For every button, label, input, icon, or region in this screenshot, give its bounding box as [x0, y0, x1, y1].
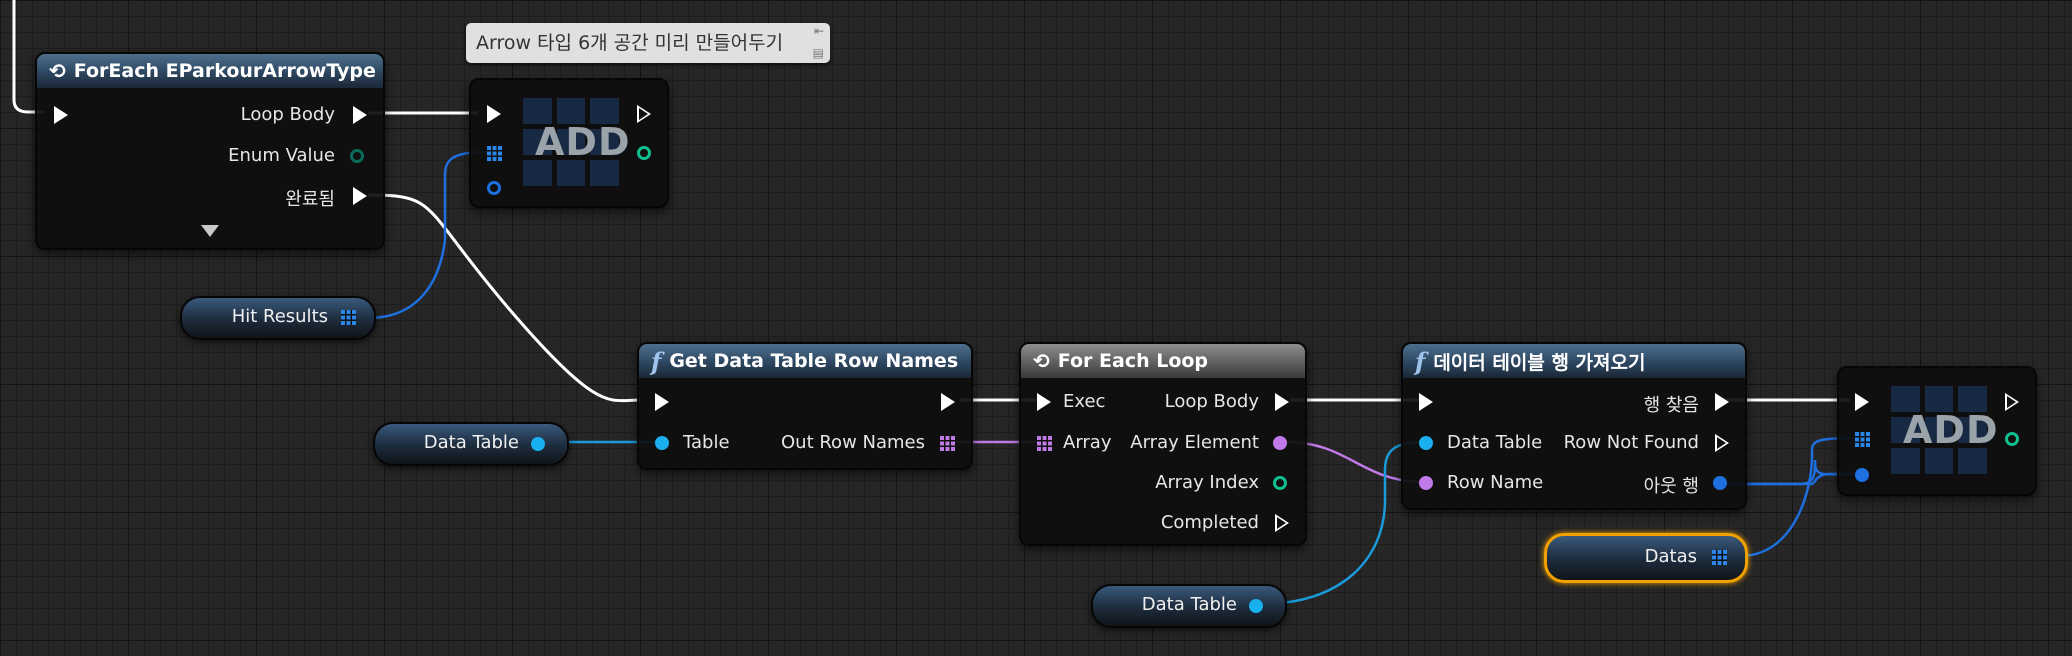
for-each-loopbody-label: Loop Body: [1164, 391, 1259, 412]
for-each-exec-in[interactable]: [1037, 393, 1051, 411]
function-icon: f: [1415, 346, 1426, 376]
add-node-1-label: ADD: [535, 120, 631, 164]
add-node-1-item-pin[interactable]: [487, 181, 501, 195]
datas-label: Datas: [1644, 546, 1697, 567]
add-node-1-index-pin[interactable]: [637, 146, 651, 160]
get-row-datatable-label: Data Table: [1447, 432, 1543, 453]
add-node-2-array-pin[interactable]: [1855, 432, 1870, 447]
data-table-2-pin[interactable]: [1249, 599, 1263, 613]
for-each-loop-node[interactable]: ⟲ For Each Loop Exec Array Loop Body Arr…: [1019, 342, 1307, 546]
get-row-names-exec-in[interactable]: [655, 393, 669, 411]
hit-results-label: Hit Results: [231, 306, 328, 327]
comment-bubble[interactable]: Arrow 타입 6개 공간 미리 만들어두기 ⇤ ▤: [466, 23, 830, 63]
get-row-rowname-pin[interactable]: [1419, 476, 1433, 490]
datas-variable[interactable]: Datas: [1544, 533, 1748, 583]
add-node-1-array-pin[interactable]: [487, 146, 502, 161]
comment-bubble-icon[interactable]: ▤: [813, 33, 824, 73]
foreach-enum-completed-label: 완료됨: [285, 189, 335, 210]
hit-results-variable[interactable]: Hit Results: [180, 296, 376, 340]
for-each-arrayelement-pin[interactable]: [1273, 436, 1287, 450]
get-row-names-exec-out[interactable]: [941, 393, 955, 411]
get-data-table-row-title: 데이터 테이블 행 가져오기: [1433, 351, 1646, 374]
data-table-variable-1[interactable]: Data Table: [373, 422, 569, 466]
data-table-2-label: Data Table: [1141, 594, 1237, 615]
get-row-rownotfound-label: Row Not Found: [1563, 432, 1699, 453]
loop-icon: ⟲: [49, 59, 66, 83]
get-row-names-out-label: Out Row Names: [781, 432, 925, 453]
for-each-loopbody-pin[interactable]: [1275, 393, 1289, 411]
get-row-outrow-label: 아웃 행: [1643, 476, 1699, 497]
get-row-names-out-pin[interactable]: [940, 436, 955, 451]
data-table-1-label: Data Table: [423, 432, 519, 453]
data-table-variable-2[interactable]: Data Table: [1091, 584, 1287, 628]
expand-chevron-icon[interactable]: [201, 225, 219, 237]
add-node-1-exec-in[interactable]: [487, 105, 501, 123]
add-node-2-exec-in[interactable]: [1855, 393, 1869, 411]
add-node-2-item-pin[interactable]: [1855, 468, 1869, 482]
add-node-2-label: ADD: [1903, 408, 1999, 452]
for-each-loop-title: For Each Loop: [1057, 350, 1209, 372]
get-row-names-node[interactable]: f Get Data Table Row Names Table Out Row…: [637, 342, 973, 470]
for-each-arrayindex-label: Array Index: [1155, 472, 1259, 493]
foreach-enum-enumvalue-label: Enum Value: [228, 145, 335, 166]
wire-exec-completed-getrownames: [367, 193, 641, 403]
for-each-loop-header[interactable]: ⟲ For Each Loop: [1021, 344, 1305, 378]
for-each-array-label: Array: [1063, 432, 1112, 453]
foreach-enum-loopbody-label: Loop Body: [240, 104, 335, 125]
for-each-arrayelement-label: Array Element: [1130, 432, 1259, 453]
get-row-names-header[interactable]: f Get Data Table Row Names: [639, 344, 971, 378]
function-icon: f: [651, 346, 662, 376]
for-each-array-pin[interactable]: [1037, 436, 1052, 451]
foreach-enum-title: ForEach EParkourArrowType: [73, 60, 376, 82]
foreach-enum-enumvalue-pin[interactable]: [350, 149, 364, 163]
get-row-rowfound-pin[interactable]: [1715, 393, 1729, 411]
for-each-completed-pin[interactable]: [1275, 514, 1289, 532]
add-node-1-exec-out[interactable]: [637, 105, 651, 123]
get-row-rowfound-label: 행 찾음: [1643, 395, 1699, 416]
datas-pin[interactable]: [1712, 550, 1727, 565]
add-node-2-index-pin[interactable]: [2005, 432, 2019, 446]
get-row-outrow-pin[interactable]: [1713, 476, 1727, 490]
get-row-names-table-pin[interactable]: [655, 436, 669, 450]
get-row-rownotfound-pin[interactable]: [1715, 434, 1729, 452]
get-row-rowname-label: Row Name: [1447, 472, 1544, 493]
foreach-enum-header[interactable]: ⟲ ForEach EParkourArrowType: [37, 54, 383, 88]
get-row-datatable-pin[interactable]: [1419, 436, 1433, 450]
get-row-exec-in[interactable]: [1419, 393, 1433, 411]
for-each-arrayindex-pin[interactable]: [1273, 476, 1287, 490]
get-row-names-table-label: Table: [683, 432, 730, 453]
add-node-1[interactable]: ADD: [469, 78, 669, 208]
for-each-completed-label: Completed: [1160, 512, 1259, 533]
foreach-enum-loopbody-pin[interactable]: [353, 106, 367, 124]
hit-results-pin[interactable]: [341, 310, 356, 325]
for-each-exec-label: Exec: [1063, 391, 1106, 412]
foreach-enum-node[interactable]: ⟲ ForEach EParkourArrowType Loop Body En…: [35, 52, 385, 250]
foreach-enum-exec-in[interactable]: [54, 106, 68, 124]
add-node-2-exec-out[interactable]: [2005, 393, 2019, 411]
get-data-table-row-header[interactable]: f 데이터 테이블 행 가져오기: [1403, 344, 1745, 378]
comment-text: Arrow 타입 6개 공간 미리 만들어두기: [476, 32, 784, 54]
foreach-enum-completed-pin[interactable]: [353, 187, 367, 205]
add-node-2[interactable]: ADD: [1837, 366, 2037, 496]
loop-icon: ⟲: [1033, 349, 1050, 373]
data-table-1-pin[interactable]: [531, 437, 545, 451]
get-data-table-row-node[interactable]: f 데이터 테이블 행 가져오기 Data Table Row Name 행 찾…: [1401, 342, 1747, 510]
get-row-names-title: Get Data Table Row Names: [669, 350, 959, 372]
